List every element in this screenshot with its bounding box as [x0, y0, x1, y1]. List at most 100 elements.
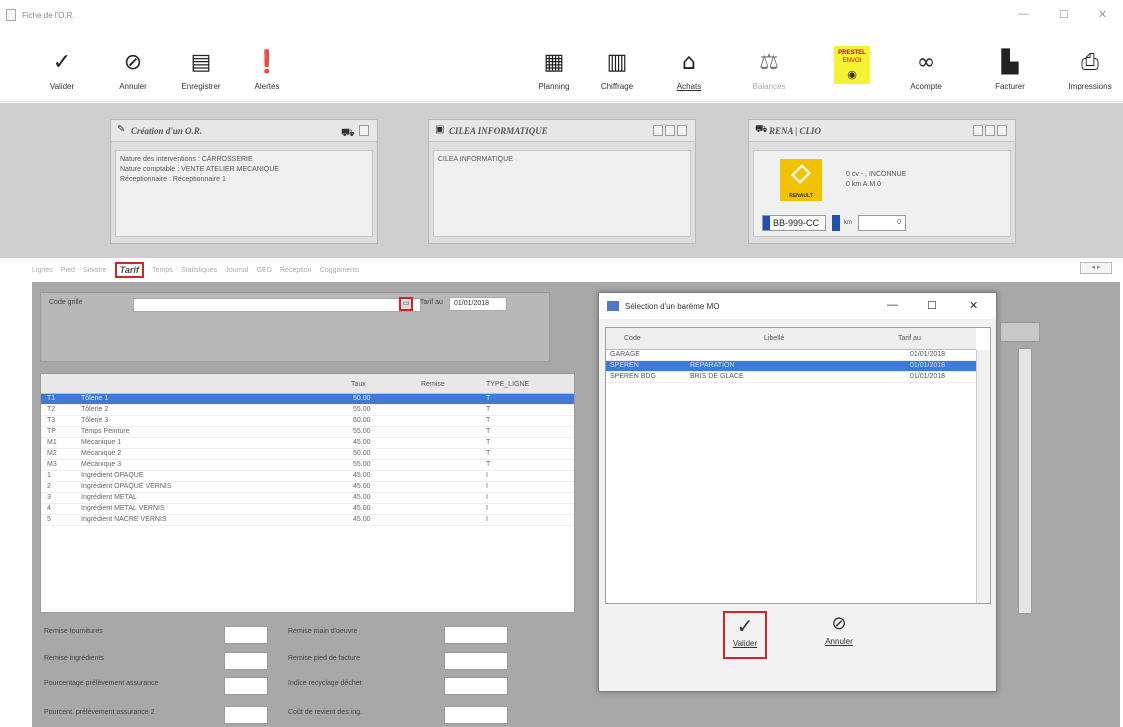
table-row[interactable]: M2 Mécanique 2 50.00 T — [41, 449, 574, 460]
col-taux[interactable]: Taux — [351, 381, 366, 388]
search-icon[interactable] — [997, 125, 1007, 136]
tab-statistiques[interactable]: Statistiques — [181, 267, 217, 274]
tab-temps[interactable]: Temps — [152, 267, 173, 274]
tab-sinistre[interactable]: Sinistre — [83, 267, 106, 274]
tab-bar: Lignes Pied Sinistre Tarif Temps Statist… — [32, 262, 365, 280]
edit-icon[interactable] — [359, 125, 369, 136]
table-cell: Mécanique 1 — [81, 439, 122, 446]
dialog-maximize-button[interactable]: ☐ — [927, 299, 937, 312]
tab-pied[interactable]: Pied — [61, 267, 75, 274]
dialog-cell: 01/01/2018 — [910, 351, 946, 358]
remise-main-oeuvre-input[interactable] — [444, 626, 508, 644]
pourcent-prelevement-2-input[interactable] — [224, 706, 268, 724]
table-row[interactable]: 3 Ingrédient METAL 45.00 I — [41, 493, 574, 504]
acompte-button[interactable]: ∞ Acompte — [894, 32, 958, 102]
col-code[interactable]: Code — [624, 335, 641, 342]
new-icon[interactable] — [653, 125, 663, 136]
tab-coggaments[interactable]: Coggaments — [320, 267, 360, 274]
remise-fournitures-input[interactable] — [224, 626, 268, 644]
indice-recyclage-input[interactable] — [444, 677, 508, 695]
table-cell: Ingrédient NACRE VERNIS — [81, 516, 167, 523]
table-cell: 50.00 — [353, 395, 371, 402]
window-title: Fiche de l'O.R. — [22, 11, 75, 20]
edit-icon[interactable] — [985, 125, 995, 136]
dialog-row[interactable]: SPEREN REPARATION 01/01/2018 — [606, 361, 976, 372]
col-libelle[interactable]: Libellé — [764, 335, 784, 342]
annuler-button[interactable]: ⊘ Annuler — [101, 32, 165, 102]
table-cell: 45.00 — [353, 516, 371, 523]
table-cell: Ingrédient METAL VERNIS — [81, 505, 165, 512]
license-plate[interactable]: BB-999-CC — [762, 215, 826, 231]
tab-tarif[interactable]: Tarif — [114, 262, 144, 278]
new-icon[interactable] — [973, 125, 983, 136]
table-row[interactable]: 2 Ingrédient OPAQUE VERNIS 45.00 I — [41, 482, 574, 493]
chiffrage-button[interactable]: ▥ Chiffrage — [585, 32, 649, 102]
cout-revient-input[interactable] — [444, 706, 508, 724]
col-tarif-au[interactable]: Tarif au — [898, 335, 921, 342]
table-row[interactable]: T2 Tôlerie 2 55.00 T — [41, 405, 574, 416]
dialog-app-icon — [607, 301, 619, 311]
code-grille-lookup-button[interactable]: ▭ — [399, 297, 413, 311]
tab-ged[interactable]: GED — [257, 267, 272, 274]
car-icon: ⛟ — [340, 127, 355, 139]
right-panel-scrollbar[interactable] — [1018, 348, 1032, 614]
pourcentage-prelevement-input[interactable] — [224, 677, 268, 695]
dialog-valider-button[interactable]: ✓ Valider — [723, 611, 767, 659]
remise-pied-facture-input[interactable] — [444, 652, 508, 670]
prestel-envoi-button[interactable]: PRESTEL ENVOI ◉ — [826, 32, 876, 102]
achats-button[interactable]: ⌂ Achats — [657, 32, 721, 102]
tab-scroll-arrows[interactable]: ◂ ▸ — [1080, 262, 1112, 274]
table-row[interactable]: T3 Tôlerie 3 60.00 T — [41, 416, 574, 427]
toolbar: ✓ Valider ⊘ Annuler ▤ Enregistrer ❗ Aler… — [0, 32, 1123, 102]
impressions-button[interactable]: ⎙ Impressions — [1058, 32, 1122, 102]
edit-icon[interactable] — [665, 125, 675, 136]
code-grille-input[interactable] — [133, 298, 421, 312]
table-row[interactable]: 4 Ingrédient METAL VERNIS 45.00 I — [41, 504, 574, 515]
planning-button[interactable]: ▦ Planning — [522, 32, 586, 102]
table-row[interactable]: TP Temps Peinture 55.00 T — [41, 427, 574, 438]
table-row[interactable]: T1 Tôlerie 1 50.00 T — [41, 394, 574, 405]
cout-revient-label: Coût de revient des ing. — [288, 709, 362, 716]
alertes-button[interactable]: ❗ Alertes — [235, 32, 299, 102]
table-cell: 45.00 — [353, 439, 371, 446]
dialog-row[interactable]: SPEREN BDG BRIS DE GLACE 01/01/2018 — [606, 372, 976, 383]
dialog-scrollbar[interactable] — [976, 350, 990, 603]
enregistrer-button[interactable]: ▤ Enregistrer — [169, 32, 233, 102]
table-row[interactable]: M1 Mécanique 1 45.00 T — [41, 438, 574, 449]
table-cell: I — [486, 472, 488, 479]
remise-pied-facture-label: Remise pied de facture — [288, 655, 360, 662]
dialog-close-button[interactable]: ✕ — [969, 299, 978, 312]
remise-ingredients-input[interactable] — [224, 652, 268, 670]
close-button[interactable]: ✕ — [1098, 8, 1107, 21]
balances-button[interactable]: ⚖ Balances — [737, 32, 801, 102]
building-icon: ▣ — [435, 124, 445, 135]
dialog-annuler-button[interactable]: ⊘ Annuler — [817, 611, 861, 659]
facturer-button[interactable]: ▙ Facturer — [978, 32, 1042, 102]
minimize-button[interactable]: — — [1018, 8, 1029, 20]
calculator-icon: ▥ — [606, 50, 628, 75]
tab-journal[interactable]: Journal — [225, 267, 248, 274]
code-grille-label: Code grille — [49, 299, 83, 306]
tarif-au-label: Tarif au — [420, 299, 443, 306]
table-row[interactable]: M3 Mécanique 3 55.00 T — [41, 460, 574, 471]
cancel-icon: ⊘ — [831, 613, 847, 634]
valider-button[interactable]: ✓ Valider — [30, 32, 94, 102]
maximize-button[interactable]: ☐ — [1059, 8, 1069, 21]
tarif-au-date-input[interactable]: 01/01/2018 — [449, 297, 507, 311]
vehicle-card-header: ⛟ RENA | CLIO — [749, 120, 1015, 142]
table-row[interactable]: 1 Ingrédient OPAQUE 45.00 I — [41, 471, 574, 482]
renault-brand: RENAULT — [789, 193, 813, 199]
search-icon[interactable] — [677, 125, 687, 136]
dialog-row[interactable]: GARAGE 01/01/2018 — [606, 350, 976, 361]
table-row[interactable]: 5 Ingrédient NACRE VERNIS 45.00 I — [41, 515, 574, 526]
col-type-ligne[interactable]: TYPE_LIGNE — [486, 381, 529, 388]
col-remise[interactable]: Remise — [421, 381, 445, 388]
km-input[interactable]: 0 — [858, 215, 906, 231]
table-cell: Ingrédient OPAQUE — [81, 472, 144, 479]
right-panel-header — [1000, 322, 1040, 342]
dialog-minimize-button[interactable]: — — [887, 299, 898, 311]
invoice-icon: ▙ — [1001, 50, 1019, 75]
tab-lignes[interactable]: Lignes — [32, 267, 53, 274]
tab-reception[interactable]: Réception — [280, 267, 312, 274]
table-cell: 60.00 — [353, 417, 371, 424]
